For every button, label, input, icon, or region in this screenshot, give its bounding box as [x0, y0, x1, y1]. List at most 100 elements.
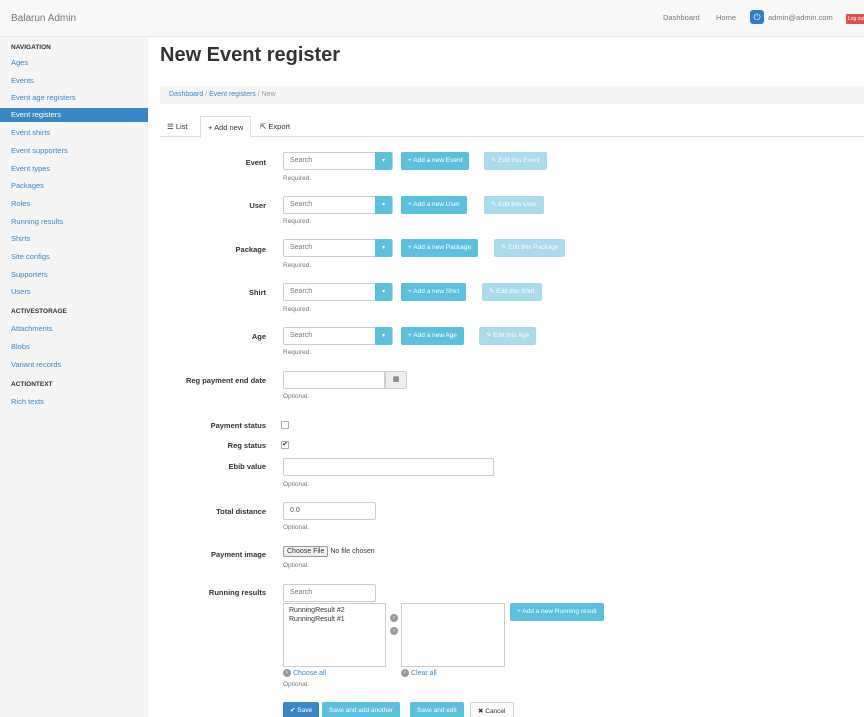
save-and-add-another-button[interactable]: Save and add another — [322, 702, 400, 717]
event-select[interactable]: Search ▾ — [283, 152, 393, 170]
top-navbar: Balarun Admin Dashboard Home ⏻ admin@adm… — [0, 0, 864, 37]
reg-payment-end-date-label: Reg payment end date — [185, 376, 266, 385]
add-event-button[interactable]: + Add a new Event — [401, 152, 470, 170]
clear-all-icon[interactable]: ‹ — [401, 669, 409, 677]
sidebar-item-supporters[interactable]: Supporters — [11, 270, 48, 279]
age-help: Required. — [283, 349, 312, 356]
chevron-down-icon[interactable]: ▾ — [375, 152, 392, 170]
chevron-down-icon[interactable]: ▾ — [375, 327, 392, 345]
breadcrumb: Dashboard / Event registers / New — [160, 86, 864, 104]
edit-age-button[interactable]: ✎ Edit this Age — [479, 327, 537, 345]
save-and-edit-button[interactable]: Save and edit — [410, 702, 464, 717]
breadcrumb-event-registers[interactable]: Event registers — [209, 91, 256, 98]
ebib-value-help: Optional. — [283, 481, 310, 488]
payment-image-file-input[interactable]: Choose File No file chosen — [283, 546, 375, 557]
package-select[interactable]: Search ▾ — [283, 239, 393, 257]
add-package-button[interactable]: + Add a new Package — [401, 239, 479, 257]
no-file-text: No file chosen — [330, 548, 375, 555]
calendar-icon[interactable]: ▦ — [385, 371, 407, 389]
ebib-value-label: Ebib value — [228, 462, 266, 471]
shirt-label: Shirt — [248, 288, 266, 297]
running-results-available-list[interactable]: RunningResult #2 RunningResult #1 — [283, 603, 386, 667]
move-left-icon[interactable]: ‹ — [390, 627, 398, 635]
list-item[interactable]: RunningResult #2 — [289, 606, 380, 615]
tab-export[interactable]: ⇱ Export — [260, 116, 290, 137]
user-email-link[interactable]: admin@admin.com — [768, 13, 833, 22]
brand-link[interactable]: Balarun Admin — [11, 13, 76, 24]
save-button[interactable]: ✔ Save — [283, 702, 320, 717]
choose-all-link[interactable]: Choose all — [293, 670, 326, 677]
add-shirt-button[interactable]: + Add a new Shirt — [401, 283, 467, 301]
move-right-icon[interactable]: › — [390, 614, 398, 622]
running-results-search[interactable]: Search — [283, 584, 376, 602]
sidebar-item-event-registers[interactable]: Event registers — [0, 108, 148, 122]
payment-image-help: Optional. — [283, 562, 310, 569]
total-distance-help: Optional. — [283, 524, 310, 531]
sidebar-item-variant-records[interactable]: Variant records — [11, 360, 61, 369]
total-distance-label: Total distance — [216, 507, 266, 516]
sidebar-item-events[interactable]: Events — [11, 76, 34, 85]
sidebar-item-rich-texts[interactable]: Rich texts — [11, 397, 44, 406]
breadcrumb-separator: / — [205, 91, 208, 98]
breadcrumb-dashboard[interactable]: Dashboard — [169, 91, 203, 98]
home-link[interactable]: Home — [716, 13, 736, 22]
list-icon: ☰ — [167, 122, 174, 131]
page-title: New Event register — [160, 44, 341, 66]
choose-file-button[interactable]: Choose File — [283, 546, 329, 557]
export-icon: ⇱ — [260, 122, 267, 131]
ebib-value-input[interactable] — [283, 458, 494, 476]
list-item[interactable]: RunningResult #1 — [289, 615, 380, 624]
cancel-button[interactable]: ✖ Cancel — [470, 702, 514, 717]
total-distance-input[interactable]: 0.0 — [283, 502, 376, 520]
add-age-button[interactable]: + Add a new Age — [401, 327, 464, 345]
package-label: Package — [235, 245, 266, 254]
edit-package-button[interactable]: ✎ Edit this Package — [494, 239, 566, 257]
reg-status-checkbox[interactable]: ✔ — [281, 441, 289, 449]
payment-image-label: Payment image — [210, 550, 266, 559]
age-select[interactable]: Search ▾ — [283, 327, 393, 345]
running-results-label: Running results — [208, 588, 266, 597]
clear-all-link[interactable]: Clear all — [411, 670, 437, 677]
reg-status-label: Reg status — [227, 441, 266, 450]
choose-all-icon[interactable]: › — [283, 669, 291, 677]
sidebar-item-event-supporters[interactable]: Event supporters — [11, 146, 68, 155]
sidebar-item-shirts[interactable]: Shirts — [11, 234, 30, 243]
tab-list[interactable]: ☰ List — [167, 116, 188, 137]
chevron-down-icon[interactable]: ▾ — [375, 239, 392, 257]
chevron-down-icon[interactable]: ▾ — [375, 196, 392, 214]
user-label: User — [249, 201, 266, 210]
sidebar-item-ages[interactable]: Ages — [11, 58, 28, 67]
sidebar-item-packages[interactable]: Packages — [11, 181, 44, 190]
tab-add-new[interactable]: + Add new — [200, 116, 252, 138]
sidebar-item-event-shirts[interactable]: Event shirts — [11, 128, 50, 137]
event-label: Event — [245, 158, 266, 167]
sidebar-item-running-results[interactable]: Running results — [11, 217, 63, 226]
running-results-help: Optional. — [283, 681, 310, 688]
payment-status-checkbox[interactable] — [281, 421, 289, 429]
sidebar-item-blobs[interactable]: Blobs — [11, 342, 30, 351]
edit-shirt-button[interactable]: ✎ Edit this Shirt — [482, 283, 542, 301]
tabs: ☰ List + Add new ⇱ Export — [160, 116, 864, 138]
reg-payment-end-date-help: Optional. — [283, 393, 310, 400]
chevron-down-icon[interactable]: ▾ — [375, 283, 392, 301]
dashboard-link[interactable]: Dashboard — [663, 13, 700, 22]
age-label: Age — [251, 332, 266, 341]
breadcrumb-current: New — [261, 91, 276, 98]
add-running-result-button[interactable]: + Add a new Running result — [510, 603, 604, 621]
edit-event-button[interactable]: ✎ Edit this Event — [484, 152, 547, 170]
sidebar-item-event-age-registers[interactable]: Event age registers — [11, 93, 76, 102]
user-select[interactable]: Search ▾ — [283, 196, 393, 214]
running-results-selected-list[interactable] — [401, 603, 505, 667]
sidebar-heading-navigation: NAVIGATION — [11, 44, 51, 51]
logout-button[interactable]: Log out — [846, 14, 864, 24]
shirt-select[interactable]: Search ▾ — [283, 283, 393, 301]
shirt-help: Required. — [283, 306, 312, 313]
edit-user-button[interactable]: ✎ Edit this User — [484, 196, 544, 214]
event-help: Required. — [283, 175, 312, 182]
reg-payment-end-date-input[interactable] — [283, 371, 385, 389]
payment-status-label: Payment status — [210, 421, 266, 430]
power-icon[interactable]: ⏻ — [750, 10, 764, 24]
add-user-button[interactable]: + Add a new User — [401, 196, 467, 214]
sidebar-heading-activestorage: ACTIVESTORAGE — [11, 308, 67, 315]
breadcrumb-separator: / — [257, 91, 260, 98]
